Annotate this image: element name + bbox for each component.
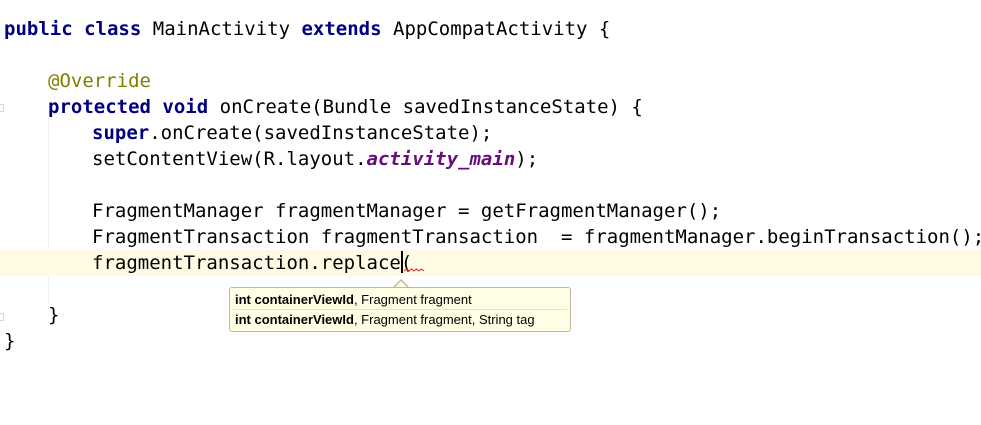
code-line-9[interactable]: FragmentTransaction fragmentTransaction … (0, 224, 981, 250)
statement: setContentView(R.layout. (92, 148, 367, 170)
method-signature: onCreate(Bundle savedInstanceState) { (219, 96, 643, 118)
statement: fragmentTransaction.replace( (92, 252, 413, 274)
superclass-name: AppCompatActivity { (393, 18, 611, 40)
statement: FragmentManager fragmentManager = getFra… (92, 200, 722, 222)
statement: .onCreate(savedInstanceState); (149, 122, 493, 144)
annotation: @Override (48, 70, 151, 92)
signature-rest: , Fragment fragment (353, 292, 472, 307)
closing-brace: } (48, 304, 60, 326)
keyword: super (92, 122, 150, 144)
keyword: void (162, 96, 209, 118)
code-line-3[interactable]: @Override (0, 68, 981, 94)
text-caret (401, 251, 403, 273)
code-line-4[interactable]: protected void onCreate(Bundle savedInst… (0, 94, 981, 120)
closing-brace: } (4, 330, 16, 352)
keyword: protected (48, 96, 151, 118)
class-name: MainActivity (152, 18, 291, 40)
current-parameter: int containerViewId (235, 312, 354, 327)
keyword: extends (301, 18, 382, 40)
code-line-1[interactable]: public class MainActivity extends AppCom… (0, 16, 981, 42)
signature-rest: , Fragment fragment, String tag (353, 312, 535, 327)
static-field: activity_main (366, 148, 516, 170)
error-squiggle-icon (404, 268, 424, 272)
current-parameter: int containerViewId (235, 292, 354, 307)
statement: ); (515, 148, 539, 170)
keyword: class (84, 18, 142, 40)
code-line-8[interactable]: FragmentManager fragmentManager = getFra… (0, 198, 981, 224)
current-code-line[interactable]: fragmentTransaction.replace( (0, 250, 981, 276)
code-line-5[interactable]: super.onCreate(savedInstanceState); (0, 120, 981, 146)
statement: FragmentTransaction fragmentTransaction … (92, 226, 981, 248)
parameter-info-popup: int containerViewId, Fragment fragment i… (229, 287, 571, 332)
code-line-6[interactable]: setContentView(R.layout.activity_main); (0, 146, 981, 172)
parameter-signature-2[interactable]: int containerViewId, Fragment fragment, … (235, 310, 535, 329)
code-editor[interactable]: public class MainActivity extends AppCom… (0, 0, 981, 425)
parameter-signature-1[interactable]: int containerViewId, Fragment fragment (235, 290, 472, 309)
keyword: public (4, 18, 73, 40)
